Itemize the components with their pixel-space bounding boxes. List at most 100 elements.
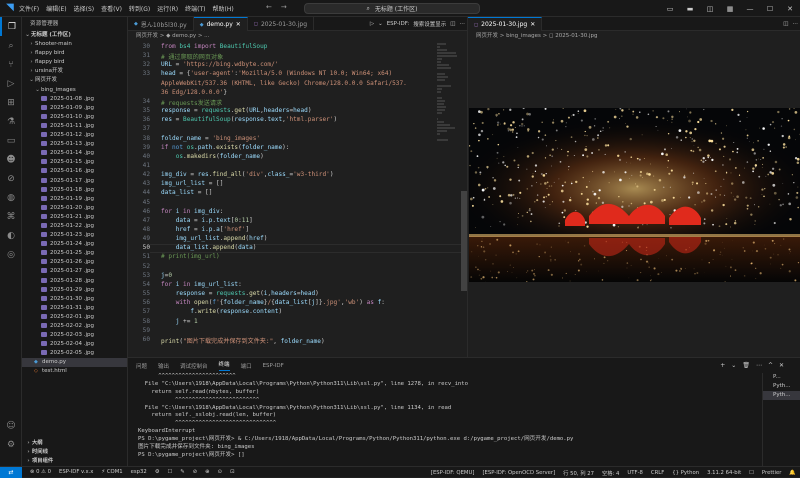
status-item[interactable]: esp32: [131, 469, 147, 475]
image-file-item[interactable]: 2025-02-02 .jpg: [22, 322, 127, 331]
split-icon[interactable]: ◫: [700, 5, 720, 13]
close-icon[interactable]: ✕: [236, 21, 241, 28]
search-icon[interactable]: ⌕: [0, 36, 22, 55]
image-file-item[interactable]: 2025-02-01 .jpg: [22, 313, 127, 322]
panel-tab[interactable]: 端口: [241, 362, 252, 370]
code-line[interactable]: # print(img_url): [161, 253, 220, 260]
image-file-item[interactable]: 2025-01-24 .jpg: [22, 240, 127, 249]
add-terminal-icon[interactable]: +: [720, 362, 725, 369]
menu-item[interactable]: 文件(F): [19, 6, 39, 13]
image-file-item[interactable]: 2025-01-16 .jpg: [22, 167, 127, 176]
file-item[interactable]: ◇test.html: [22, 367, 127, 376]
status-item[interactable]: ⊘: [193, 469, 197, 475]
tab-demo-py[interactable]: ◆demo.py✕: [194, 17, 248, 31]
menu-item[interactable]: 终端(T): [185, 6, 205, 13]
settings-gear-icon[interactable]: ⚙: [0, 435, 22, 454]
folder-item[interactable]: ›Shooter-main: [22, 40, 127, 49]
status-item[interactable]: ESP-IDF v.x.x: [59, 469, 93, 475]
status-item[interactable]: ⊗ 0 ⚠ 0: [30, 469, 51, 475]
tab-image[interactable]: ◻2025-01-30.jpg: [248, 17, 314, 31]
image-breadcrumb[interactable]: 网页开发 > bing_images > ◻ 2025-01-30.jpg: [468, 31, 800, 42]
status-item[interactable]: [ESP-IDF: QEMU]: [431, 470, 475, 476]
code-line[interactable]: head = {'user-agent':'Mozilla/5.0 (Windo…: [161, 70, 392, 77]
image-file-item[interactable]: 2025-02-04 .jpg: [22, 340, 127, 349]
menu-item[interactable]: 查看(V): [101, 6, 122, 13]
code-line[interactable]: URL = 'https://bing.wdbyte.com/': [161, 61, 278, 68]
command-center[interactable]: ⌕ 无标题 (工作区): [304, 3, 480, 14]
edge-icon[interactable]: ◐: [0, 226, 22, 245]
image-file-item[interactable]: 2025-01-13 .jpg: [22, 140, 127, 149]
code-line[interactable]: res = BeautifulSoup(response.text,'html.…: [161, 116, 337, 123]
terminal-instance[interactable]: Pyth...: [763, 391, 800, 400]
code-line[interactable]: 36 Edg/128.0.0.0'}: [161, 89, 227, 96]
remote-icon[interactable]: ⇄: [0, 467, 22, 478]
status-item[interactable]: Prettier: [762, 470, 781, 476]
code-line[interactable]: data = i.p.text[0:11]: [161, 217, 253, 224]
image-file-item[interactable]: 2025-01-20 .jpg: [22, 204, 127, 213]
close-icon[interactable]: ✕: [779, 362, 784, 369]
code-line[interactable]: print("图片下载完成并保存到文件夹:", folder_name): [161, 336, 325, 345]
status-item[interactable]: 空格: 4: [602, 469, 619, 477]
code-line[interactable]: # requests发送请求: [161, 98, 222, 107]
panel-tab[interactable]: ESP-IDF: [263, 363, 284, 369]
status-item[interactable]: ⚙: [155, 469, 160, 475]
status-item[interactable]: ⊡: [230, 469, 234, 475]
menu-item[interactable]: 编辑(E): [46, 6, 66, 13]
close-button[interactable]: ✕: [780, 5, 800, 13]
remote-explorer-icon[interactable]: ▭: [0, 131, 22, 150]
image-file-item[interactable]: 2025-01-15 .jpg: [22, 158, 127, 167]
image-file-item[interactable]: 2025-01-31 .jpg: [22, 304, 127, 313]
status-item[interactable]: ✎: [180, 469, 184, 475]
alien-icon[interactable]: ☻: [0, 150, 22, 169]
close-icon[interactable]: ✕: [530, 21, 535, 28]
explorer-icon[interactable]: ❐: [0, 17, 22, 36]
menu-item[interactable]: 帮助(H): [212, 6, 233, 13]
menu-item[interactable]: 选择(S): [74, 6, 95, 13]
code-line[interactable]: if not os.path.exists(folder_name):: [161, 144, 289, 151]
more-icon[interactable]: ⋯: [460, 21, 466, 27]
workspace-root[interactable]: ⌄无标题 (工作区): [22, 31, 127, 40]
panel-icon[interactable]: ▬: [680, 5, 700, 13]
folder-item[interactable]: ›ursina开发: [22, 67, 127, 76]
image-file-item[interactable]: 2025-02-03 .jpg: [22, 331, 127, 340]
maximize-button[interactable]: ☐: [760, 5, 780, 13]
code-line[interactable]: for i in img_url_list:: [161, 281, 242, 288]
panel-tab[interactable]: 调试控制台: [180, 362, 208, 370]
code-line[interactable]: img_div = res.find_all('div',class_='w3-…: [161, 171, 333, 178]
image-file-item[interactable]: 2025-01-23 .jpg: [22, 231, 127, 240]
minimize-button[interactable]: —: [740, 5, 760, 13]
panel-tab[interactable]: 输出: [158, 362, 169, 370]
panel-tab[interactable]: 终端: [219, 360, 230, 371]
terminal-instance[interactable]: P...: [763, 373, 800, 382]
code-line[interactable]: with open(f'{folder_name}/{data_list[j]}…: [161, 299, 385, 306]
code-line[interactable]: os.makedirs(folder_name): [161, 153, 264, 160]
image-file-item[interactable]: 2025-01-11 .jpg: [22, 122, 127, 131]
image-file-item[interactable]: 2025-01-28 .jpg: [22, 277, 127, 286]
extensions-icon[interactable]: ⊞: [0, 93, 22, 112]
status-item[interactable]: [ESP-IDF: OpenOCD Server]: [482, 470, 555, 476]
code-line[interactable]: # 通过爬取的网页对象: [161, 52, 223, 61]
back-arrow-icon[interactable]: ←: [266, 3, 272, 11]
image-file-item[interactable]: 2025-01-29 .jpg: [22, 286, 127, 295]
sidebar-section[interactable]: ›项目组件: [22, 457, 128, 466]
code-area[interactable]: 30from bs4 import BeautifulSoup31# 通过爬取的…: [128, 43, 467, 357]
image-file-item[interactable]: 2025-01-30 .jpg: [22, 295, 127, 304]
account-icon[interactable]: ☺: [0, 416, 22, 435]
code-line[interactable]: data_list = []: [161, 189, 212, 196]
esp-idf-label[interactable]: ESP-IDF:: [387, 21, 410, 27]
status-item[interactable]: ⊕: [205, 469, 209, 475]
image-file-item[interactable]: 2025-01-19 .jpg: [22, 195, 127, 204]
split-editor-icon[interactable]: ◫: [450, 21, 455, 27]
panel-tab[interactable]: 问题: [136, 362, 147, 370]
image-file-item[interactable]: 2025-02-05 .jpg: [22, 349, 127, 358]
status-item[interactable]: ☐: [749, 470, 754, 476]
run-icon[interactable]: ▷: [370, 21, 374, 27]
image-file-item[interactable]: 2025-01-10 .jpg: [22, 113, 127, 122]
code-line[interactable]: f.write(response.content): [161, 308, 282, 315]
tab-file-1[interactable]: ◆恩ん10b5l30.py: [128, 17, 194, 31]
code-line[interactable]: for i in img_div:: [161, 208, 223, 215]
code-line[interactable]: j += 1: [161, 318, 198, 325]
wifi-icon[interactable]: ◎: [0, 245, 22, 264]
sidebar-section[interactable]: ›大纲: [22, 439, 128, 448]
folder-bing-images[interactable]: ⌄bing_images: [22, 86, 127, 95]
